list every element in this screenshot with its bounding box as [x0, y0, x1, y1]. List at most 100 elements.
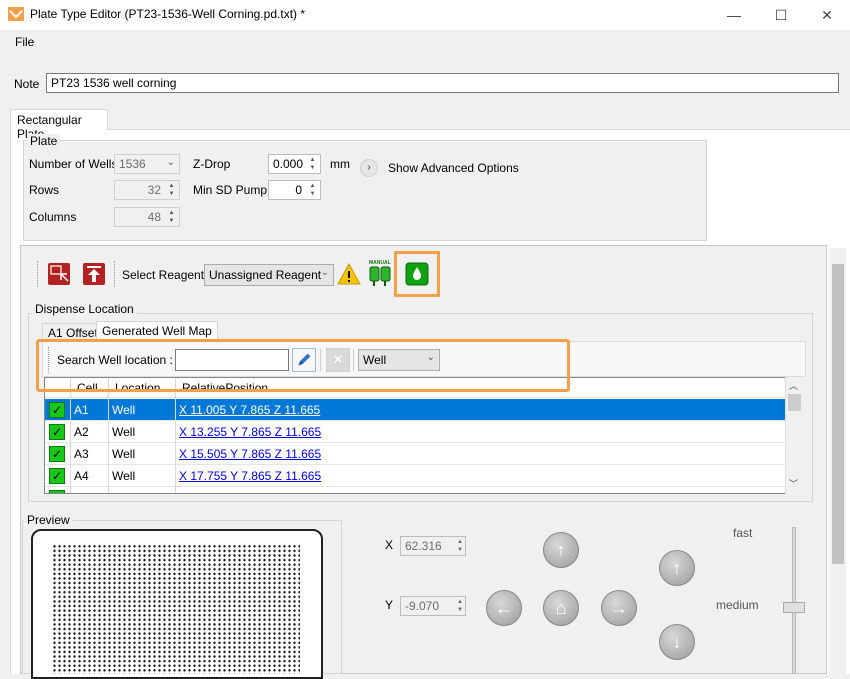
note-input[interactable]: PT23 1536 well corning	[46, 73, 839, 93]
speed-slider-thumb[interactable]	[783, 602, 805, 613]
row-relative-position[interactable]: X 15.505 Y 7.865 Z 11.665	[176, 443, 476, 465]
well-map-grid: Cell Location RelativePosition ✓ A1 Well X …	[44, 377, 802, 494]
grid-scrollbar[interactable]: ︿ ﹀	[785, 377, 802, 494]
row-relative-position[interactable]: X 17.755 Y 7.865 Z 11.665	[176, 465, 476, 487]
chevron-down-icon[interactable]: ﹀	[789, 477, 798, 490]
checkbox-checked-icon[interactable]: ✓	[49, 424, 65, 440]
menu-file[interactable]: File	[15, 35, 34, 49]
reagent-select[interactable]: Unassigned Reagent ⌄	[204, 264, 334, 286]
table-row[interactable]: ✓ A5WellX 20.005 Y 7.865 Z 11.665	[45, 487, 785, 493]
note-label: Note	[14, 77, 40, 91]
stepper-arrows-icon: ▲ ▼	[168, 183, 175, 197]
min-sd-pump-value: 0	[295, 183, 302, 197]
relative-position-link[interactable]: X 17.755 Y 7.865 Z 11.665	[179, 469, 321, 483]
row-cell-name: A5	[71, 487, 109, 493]
chevron-down-icon: ⌄	[320, 267, 329, 278]
rows-stepper: 32 ▲ ▼	[114, 180, 180, 200]
number-of-wells-value: 1536	[119, 157, 146, 171]
arrow-up-icon: ↑	[672, 558, 682, 578]
plate-group-title: Plate	[27, 134, 61, 148]
move-right-button[interactable]: →	[601, 590, 637, 626]
speed-medium-label: medium	[716, 598, 759, 612]
chevron-right-icon: ›	[367, 162, 371, 173]
x-coordinate-value: 62.316	[405, 539, 442, 553]
checkbox-checked-icon[interactable]: ✓	[49, 402, 65, 418]
show-advanced-options-button[interactable]: ›	[360, 159, 378, 177]
row-relative-position[interactable]: X 11.005 Y 7.865 Z 11.665	[176, 399, 476, 421]
row-location: Well	[109, 421, 176, 443]
columns-value: 48	[147, 210, 161, 224]
highlight-droplet	[394, 251, 440, 297]
rows-value: 32	[147, 183, 161, 197]
row-location: Well	[109, 443, 176, 465]
zdrop-stepper[interactable]: 0.000 ▲ ▼	[268, 154, 321, 174]
stepper-arrows-icon[interactable]: ▲ ▼	[306, 182, 319, 198]
relative-position-link[interactable]: X 20.005 Y 7.865 Z 11.665	[179, 491, 321, 493]
x-coordinate-stepper: 62.316 ▲ ▼	[400, 536, 466, 556]
upload-icon[interactable]	[82, 262, 106, 286]
checkbox-checked-icon[interactable]: ✓	[49, 490, 65, 493]
zdrop-label: Z-Drop	[193, 157, 231, 171]
toolbar-grip	[37, 261, 39, 287]
show-advanced-options-label[interactable]: Show Advanced Options	[388, 161, 519, 175]
plate-preview-wells	[52, 544, 300, 674]
stepper-arrows-icon[interactable]: ▲ ▼	[306, 156, 319, 172]
dispense-location-title: Dispense Location	[32, 302, 137, 316]
chevron-down-icon: ⌄	[166, 157, 175, 168]
tab-rectangular-plate[interactable]: Rectangular Plate	[10, 109, 108, 141]
speed-fast-label: fast	[733, 526, 753, 540]
grid-scrollbar-thumb[interactable]	[788, 394, 801, 411]
y-coordinate-label: Y	[385, 598, 394, 612]
z-down-button[interactable]: ↓	[659, 624, 695, 660]
close-button[interactable]: ✕	[804, 0, 850, 30]
arrow-down-icon: ↓	[672, 632, 682, 652]
row-check-cell: ✓	[45, 487, 71, 493]
table-row[interactable]: ✓ A3 Well X 15.505 Y 7.865 Z 11.665	[45, 443, 785, 465]
row-check-cell: ✓	[45, 443, 71, 465]
y-coordinate-stepper: -9.070 ▲ ▼	[400, 596, 466, 616]
speed-slider-track[interactable]	[792, 527, 796, 674]
menu-bar	[0, 30, 850, 54]
relative-position-link[interactable]: X 11.005 Y 7.865 Z 11.665	[179, 403, 320, 417]
relative-position-link[interactable]: X 13.255 Y 7.865 Z 11.665	[179, 425, 321, 439]
row-location: Well	[109, 465, 176, 487]
tab-generated-well-map[interactable]: Generated Well Map	[96, 321, 218, 339]
stepper-arrows-icon: ▲ ▼	[457, 539, 463, 553]
window-title: Plate Type Editor (PT23-1536-Well Cornin…	[30, 7, 306, 21]
relative-position-link[interactable]: X 15.505 Y 7.865 Z 11.665	[179, 447, 321, 461]
row-cell-name: A3	[71, 443, 109, 465]
row-check-cell: ✓	[45, 465, 71, 487]
preview-label: Preview	[24, 513, 73, 527]
maximize-button[interactable]: ☐	[758, 0, 804, 30]
checkbox-checked-icon[interactable]: ✓	[49, 446, 65, 462]
table-row[interactable]: ✓ A1 Well X 11.005 Y 7.865 Z 11.665	[45, 399, 785, 421]
chevron-up-icon[interactable]: ︿	[789, 379, 798, 392]
number-of-wells-select: 1536 ⌄	[114, 154, 180, 174]
stepper-arrows-icon: ▲ ▼	[457, 599, 463, 613]
y-coordinate-value: -9.070	[405, 599, 440, 613]
move-left-button[interactable]: ←	[486, 590, 522, 626]
arrow-up-icon: ↑	[556, 540, 566, 560]
table-row[interactable]: ✓ A4 Well X 17.755 Y 7.865 Z 11.665	[45, 465, 785, 487]
row-cell-name: A1	[71, 399, 109, 421]
row-relative-position[interactable]: X 13.255 Y 7.865 Z 11.665	[176, 421, 476, 443]
row-location: Well	[109, 487, 176, 493]
select-wells-icon[interactable]	[47, 262, 71, 286]
panel-scrollbar-thumb[interactable]	[832, 264, 844, 564]
min-sd-pump-stepper[interactable]: 0 ▲ ▼	[268, 180, 321, 200]
row-relative-position[interactable]: X 20.005 Y 7.865 Z 11.665	[176, 487, 476, 493]
stepper-arrows-icon: ▲ ▼	[168, 210, 175, 224]
move-home-button[interactable]: ⌂	[543, 590, 579, 626]
table-row[interactable]: ✓ A2 Well X 13.255 Y 7.865 Z 11.665	[45, 421, 785, 443]
number-of-wells-label: Number of Wells	[29, 157, 118, 171]
zdrop-value: 0.000	[273, 157, 304, 171]
warning-icon	[337, 262, 361, 285]
checkbox-checked-icon[interactable]: ✓	[49, 468, 65, 484]
reagent-selected-value: Unassigned Reagent	[209, 268, 322, 282]
manual-dispense-icon[interactable]: MANUAL	[367, 258, 393, 290]
move-up-button[interactable]: ↑	[543, 532, 579, 568]
minimize-button[interactable]: —	[711, 0, 757, 30]
columns-label: Columns	[29, 210, 77, 224]
home-icon: ⌂	[555, 598, 567, 618]
z-up-button[interactable]: ↑	[659, 550, 695, 586]
